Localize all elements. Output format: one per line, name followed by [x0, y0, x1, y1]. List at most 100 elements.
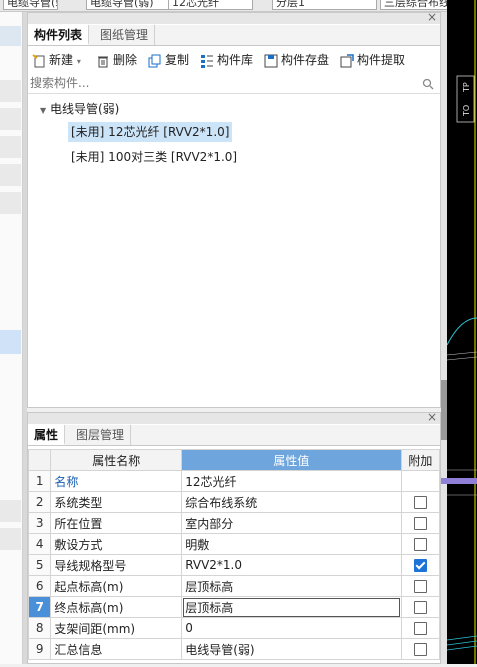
extract-component-button[interactable]: 构件提取 — [340, 51, 405, 69]
delete-button[interactable]: 删除 — [96, 51, 137, 69]
property-row[interactable]: 5 导线规格型号 RVV2*1.0 — [27, 554, 441, 576]
left-nav-item[interactable] — [0, 80, 21, 102]
row-number: 9 — [27, 638, 52, 660]
extract-label: 构件提取 — [357, 53, 406, 67]
attach-checkbox-checked[interactable] — [413, 559, 427, 572]
panel-titlebar: × — [28, 10, 440, 24]
expand-arrow-icon[interactable]: ▼ — [40, 106, 46, 115]
property-value[interactable]: 明敷 — [181, 533, 402, 555]
delete-label: 删除 — [113, 53, 138, 67]
component-toolbar: 新建 ▾ 删除 复制 构件库 构件存盘 构件提取 — [28, 47, 440, 73]
property-row-current[interactable]: 7 终点标高(m) 层顶标高 — [27, 596, 441, 618]
component-combo[interactable]: 12芯光纤 — [168, 0, 253, 10]
property-value[interactable]: 层顶标高 — [181, 575, 402, 597]
property-row[interactable]: 6 起点标高(m) 层顶标高 — [27, 575, 441, 597]
property-header-row: 属性名称 属性值 附加 — [27, 449, 441, 471]
row-number: 8 — [27, 617, 52, 639]
tree-item-selected[interactable]: [未用] 12芯光纤 [RVV2*1.0] — [68, 122, 233, 142]
attach-checkbox[interactable] — [413, 601, 427, 614]
tab-layer-management[interactable]: 图层管理 — [70, 425, 132, 445]
attach-cell — [400, 470, 441, 492]
property-value[interactable]: 室内部分 — [181, 512, 402, 534]
save-icon — [264, 54, 278, 67]
property-name: 导线规格型号 — [50, 554, 183, 576]
copy-button[interactable]: 复制 — [148, 51, 189, 69]
left-nav-item[interactable] — [0, 164, 21, 186]
attach-checkbox[interactable] — [413, 580, 427, 593]
row-number: 4 — [27, 533, 52, 555]
tree-item[interactable]: [未用] 100对三类 [RVV2*1.0] — [71, 147, 237, 167]
property-grid: 属性名称 属性值 附加 1 名称 12芯光纤 2 系统类型 综合布线系统 3 所… — [27, 449, 441, 660]
left-nav-item[interactable] — [0, 500, 21, 522]
property-value[interactable]: 综合布线系统 — [181, 491, 402, 513]
canvas-label-to: TO — [462, 105, 471, 117]
canvas-label-tp: TP — [462, 82, 471, 93]
search-input[interactable] — [30, 76, 410, 90]
row-number: 7 — [27, 596, 52, 618]
dropdown-arrow-icon: ▾ — [76, 57, 81, 66]
left-nav-item-selected[interactable] — [0, 330, 21, 354]
property-value-editor[interactable]: 层顶标高 — [181, 596, 402, 618]
property-value[interactable]: 电线导管(弱) — [181, 638, 402, 660]
property-name: 系统类型 — [50, 491, 183, 513]
row-number-header — [27, 449, 52, 471]
attach-checkbox[interactable] — [413, 496, 427, 509]
property-value[interactable]: RVV2*1.0 — [181, 554, 402, 576]
property-row[interactable]: 9 汇总信息 电线导管(弱) — [27, 638, 441, 660]
attach-checkbox[interactable] — [413, 643, 427, 656]
row-number: 3 — [27, 512, 52, 534]
new-button[interactable]: 新建 ▾ — [32, 51, 81, 69]
component-search — [28, 75, 440, 94]
row-number: 2 — [27, 491, 52, 513]
library-button[interactable]: 构件库 — [200, 51, 253, 69]
component-list-panel: × 构件列表 图纸管理 新建 ▾ 删除 复制 构件库 构件存盘 构件提取 ▼ — [27, 10, 441, 408]
copy-icon — [148, 54, 161, 67]
property-name: 所在位置 — [50, 512, 183, 534]
tree-root[interactable]: ▼ 电线导管(弱) — [40, 99, 119, 119]
property-row[interactable]: 8 支架间距(mm) 0 — [27, 617, 441, 639]
property-row[interactable]: 3 所在位置 室内部分 — [27, 512, 441, 534]
property-name: 汇总信息 — [50, 638, 183, 660]
extract-icon — [340, 53, 354, 67]
save-label: 构件存盘 — [281, 53, 330, 67]
panel-titlebar: × — [28, 410, 440, 424]
panel-tabs: 属性 图层管理 — [28, 425, 440, 446]
new-file-icon — [32, 53, 45, 67]
tab-properties[interactable]: 属性 — [28, 425, 66, 445]
library-label: 构件库 — [217, 53, 254, 67]
property-value[interactable]: 12芯光纤 — [181, 470, 402, 492]
property-row[interactable]: 2 系统类型 综合布线系统 — [27, 491, 441, 513]
close-icon[interactable]: × — [427, 10, 437, 24]
attach-header: 附加 — [400, 449, 441, 471]
property-row[interactable]: 4 敷设方式 明敷 — [27, 533, 441, 555]
save-component-button[interactable]: 构件存盘 — [264, 51, 329, 69]
left-nav-item[interactable] — [0, 192, 21, 214]
category-combo[interactable]: 电缆导管(弱) — [86, 0, 169, 10]
type-combo[interactable]: 电缆导管(弱) — [3, 0, 58, 10]
property-row[interactable]: 1 名称 12芯光纤 — [27, 470, 441, 492]
layer-combo[interactable]: 分层1 — [272, 0, 377, 10]
tab-component-list[interactable]: 构件列表 — [28, 25, 90, 45]
attach-checkbox[interactable] — [413, 622, 427, 635]
tab-drawing-management[interactable]: 图纸管理 — [94, 25, 156, 45]
new-label: 新建 — [49, 53, 74, 67]
tree-root-label: 电线导管(弱) — [49, 102, 120, 116]
left-nav-item[interactable] — [0, 108, 21, 130]
left-nav-item[interactable] — [0, 26, 21, 46]
property-name: 敷设方式 — [50, 533, 183, 555]
top-toolbar: 电缆导管(弱) 电缆导管(弱) 12芯光纤 分层1 三层综合布线 — [0, 0, 477, 12]
drawing-canvas[interactable]: TP TO — [446, 0, 477, 664]
left-nav-item[interactable] — [0, 528, 21, 550]
property-name: 支架间距(mm) — [50, 617, 183, 639]
attach-checkbox[interactable] — [413, 538, 427, 551]
row-number: 1 — [27, 470, 52, 492]
left-nav-panel — [0, 12, 23, 664]
property-value[interactable]: 0 — [181, 617, 402, 639]
row-number: 5 — [27, 554, 52, 576]
close-icon[interactable]: × — [427, 410, 437, 424]
search-icon[interactable] — [422, 78, 434, 90]
left-nav-item[interactable] — [0, 136, 21, 158]
attach-checkbox[interactable] — [413, 517, 427, 530]
property-value-header: 属性值 — [181, 449, 402, 471]
property-name: 名称 — [50, 470, 183, 492]
